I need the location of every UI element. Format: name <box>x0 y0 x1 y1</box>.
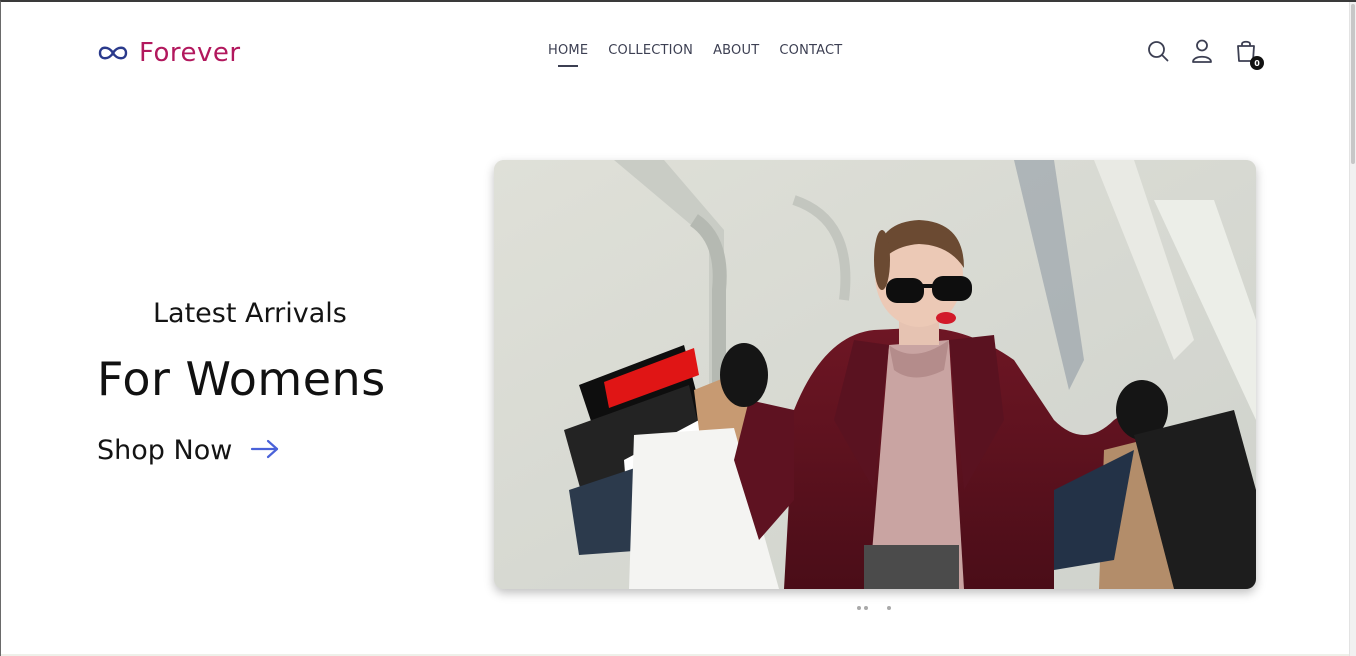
carousel-dot[interactable] <box>857 606 861 610</box>
hero-title: For Womens <box>97 352 386 406</box>
hero-image <box>494 160 1256 589</box>
vertical-scrollbar[interactable] <box>1349 2 1356 656</box>
user-icon <box>1190 38 1214 68</box>
search-button[interactable] <box>1146 40 1170 66</box>
brand-name: Forever <box>139 38 241 68</box>
active-underline <box>558 65 579 67</box>
carousel-dot[interactable] <box>887 606 891 610</box>
header-actions: 0 <box>1146 38 1264 70</box>
carousel-dot[interactable] <box>864 606 868 610</box>
nav-item-collection[interactable]: COLLECTION <box>608 43 693 58</box>
page-frame: Forever HOME COLLECTION ABOUT CONTACT 0 … <box>0 0 1356 656</box>
nav-item-label: HOME <box>548 43 589 58</box>
nav-item-home[interactable]: HOME <box>548 43 589 67</box>
cart-button[interactable]: 0 <box>1234 40 1264 70</box>
cart-count-badge: 0 <box>1250 56 1264 70</box>
brand-logo[interactable]: Forever <box>97 38 241 68</box>
hero-kicker: Latest Arrivals <box>153 298 347 329</box>
main-nav: HOME COLLECTION ABOUT CONTACT <box>548 43 842 67</box>
search-icon <box>1146 39 1170 67</box>
nav-item-label: ABOUT <box>713 43 760 58</box>
nav-item-label: COLLECTION <box>608 43 694 58</box>
nav-item-label: CONTACT <box>779 43 843 58</box>
profile-button[interactable] <box>1190 38 1214 68</box>
infinity-icon <box>97 43 129 63</box>
nav-item-contact[interactable]: CONTACT <box>779 43 842 58</box>
nav-item-about[interactable]: ABOUT <box>713 43 759 58</box>
shop-now-label: Shop Now <box>97 435 233 466</box>
scrollbar-thumb[interactable] <box>1351 4 1355 164</box>
shop-now-link[interactable]: Shop Now <box>97 435 280 466</box>
carousel-dots <box>857 606 891 610</box>
arrow-right-icon <box>250 438 280 464</box>
